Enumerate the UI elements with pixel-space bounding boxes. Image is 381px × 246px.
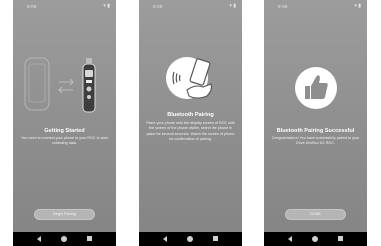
back-icon[interactable] xyxy=(163,236,167,242)
status-bar: 9:09 ▾ ▮ xyxy=(264,0,367,14)
home-icon[interactable] xyxy=(61,236,67,242)
home-icon[interactable] xyxy=(312,236,318,242)
screen-body-text: Congratulations! You have successfully p… xyxy=(271,136,360,146)
screen-title: Getting Started xyxy=(44,128,85,134)
signal-battery-icon: ▾ ▮ xyxy=(103,3,110,9)
recent-apps-icon[interactable] xyxy=(87,236,92,241)
screen-title: Bluetooth Pairing xyxy=(167,112,214,118)
phone-to-roc-illustration xyxy=(24,57,96,113)
signal-battery-icon: ▾ ▮ xyxy=(354,3,361,9)
done-button[interactable]: DONE xyxy=(285,209,346,220)
screen-title: Bluetooth Pairing Successful xyxy=(276,128,355,134)
android-nav-bar xyxy=(139,232,242,246)
status-time: 9:09 xyxy=(27,4,37,9)
begin-pairing-button[interactable]: Begin Pairing xyxy=(34,209,95,220)
android-nav-bar xyxy=(264,232,367,246)
back-icon[interactable] xyxy=(288,236,292,242)
status-time: 9:09 xyxy=(153,4,163,9)
thumbs-up-icon xyxy=(295,67,337,109)
recent-apps-icon[interactable] xyxy=(338,236,343,241)
recent-apps-icon[interactable] xyxy=(213,236,218,241)
signal-battery-icon: ▾ ▮ xyxy=(229,3,236,9)
status-bar: 9:09 ▾ ▮ xyxy=(139,0,242,14)
phone-screen-pairing-successful: 9:09 ▾ ▮ Bluetooth Pairing Successful Co… xyxy=(264,0,367,246)
nfc-tap-illustration xyxy=(166,57,213,99)
screen-body-text: Place your phone onto the display screen… xyxy=(146,121,235,141)
home-icon[interactable] xyxy=(187,236,193,242)
back-icon[interactable] xyxy=(37,236,41,242)
phone-screen-bluetooth-pairing: 9:09 ▾ ▮ Bluetooth Pairing Place your ph… xyxy=(139,0,242,246)
status-time: 9:09 xyxy=(278,4,288,9)
screen-body-text: You need to connect your phone to your R… xyxy=(21,136,108,146)
phone-screen-getting-started: 9:09 ▾ ▮ Getting Started You need to con… xyxy=(13,0,116,246)
status-bar: 9:09 ▾ ▮ xyxy=(13,0,116,14)
android-nav-bar xyxy=(13,232,116,246)
